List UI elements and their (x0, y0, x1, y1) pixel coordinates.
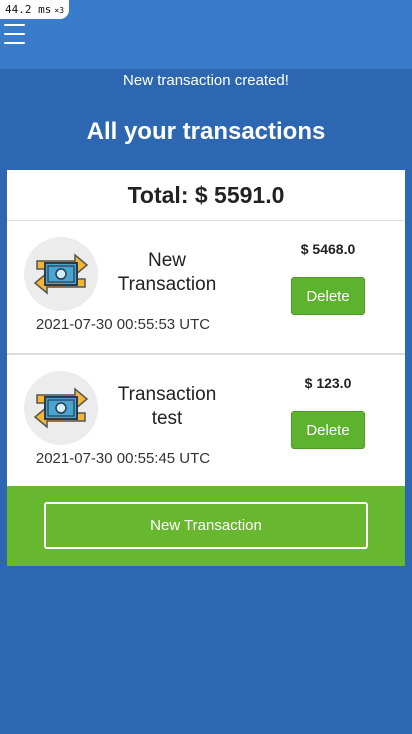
top-bar: 44.2 ms ×3 (0, 0, 412, 69)
page-title: All your transactions (86, 118, 326, 145)
new-transaction-button[interactable]: New Transaction (44, 502, 368, 549)
total-amount: Total: $ 5591.0 (7, 170, 405, 221)
transaction-amount: $ 123.0 (304, 375, 352, 391)
transaction-name: New Transaction (117, 250, 217, 295)
delete-button[interactable]: Delete (291, 411, 365, 449)
flash-message: New transaction created! (123, 72, 289, 89)
transaction-amount: $ 5468.0 (300, 241, 356, 257)
hamburger-menu-icon[interactable] (4, 24, 25, 44)
perf-counter: 44.2 ms ×3 (0, 0, 70, 19)
delete-button[interactable]: Delete (291, 277, 365, 315)
money-exchange-icon (24, 371, 98, 445)
transactions-card: Total: $ 5591.0 New Transaction 2021-07-… (7, 170, 405, 566)
perf-unit: ms (38, 3, 52, 16)
transaction-date: 2021-07-30 00:55:45 UTC (35, 450, 211, 467)
transaction-date: 2021-07-30 00:55:53 UTC (35, 316, 211, 333)
transaction-name: Transaction test (117, 384, 217, 429)
transaction-item: New Transaction 2021-07-30 00:55:53 UTC … (7, 221, 405, 355)
money-exchange-icon (24, 237, 98, 311)
perf-multiplier: ×3 (54, 6, 65, 15)
perf-value: 44.2 (5, 3, 32, 16)
card-footer: New Transaction (7, 486, 405, 566)
transaction-item: Transaction test 2021-07-30 00:55:45 UTC… (7, 355, 405, 489)
